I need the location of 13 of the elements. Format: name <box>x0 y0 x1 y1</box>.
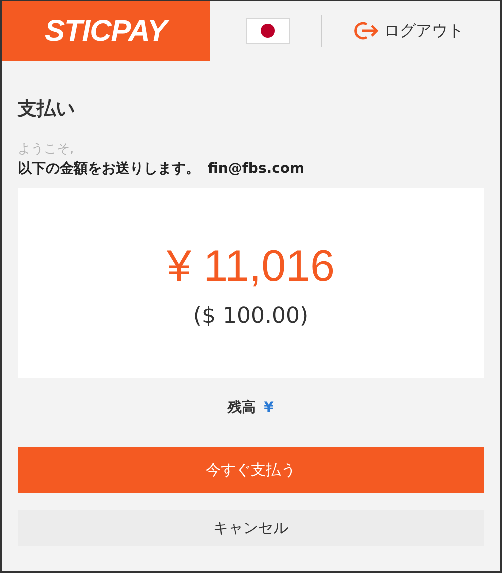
page-title: 支払い <box>18 97 76 122</box>
japan-flag-icon[interactable] <box>246 18 290 44</box>
logout-icon <box>354 21 380 41</box>
logout-link[interactable]: ログアウト <box>354 19 464 43</box>
balance-value: ¥ <box>264 399 274 418</box>
email-text: fin@fbs.com <box>208 160 305 179</box>
logo: STICPAY <box>44 14 168 50</box>
cancel-button[interactable]: キャンセル <box>18 510 484 546</box>
balance-label: 残高 <box>228 398 256 418</box>
welcome-text: ようこそ, <box>18 140 76 158</box>
amount-value: ¥ 11,016 <box>166 240 335 292</box>
message-text: 以下の金額をお送りします。 <box>18 160 200 179</box>
converted-amount: ($ 100.00) <box>193 302 309 330</box>
